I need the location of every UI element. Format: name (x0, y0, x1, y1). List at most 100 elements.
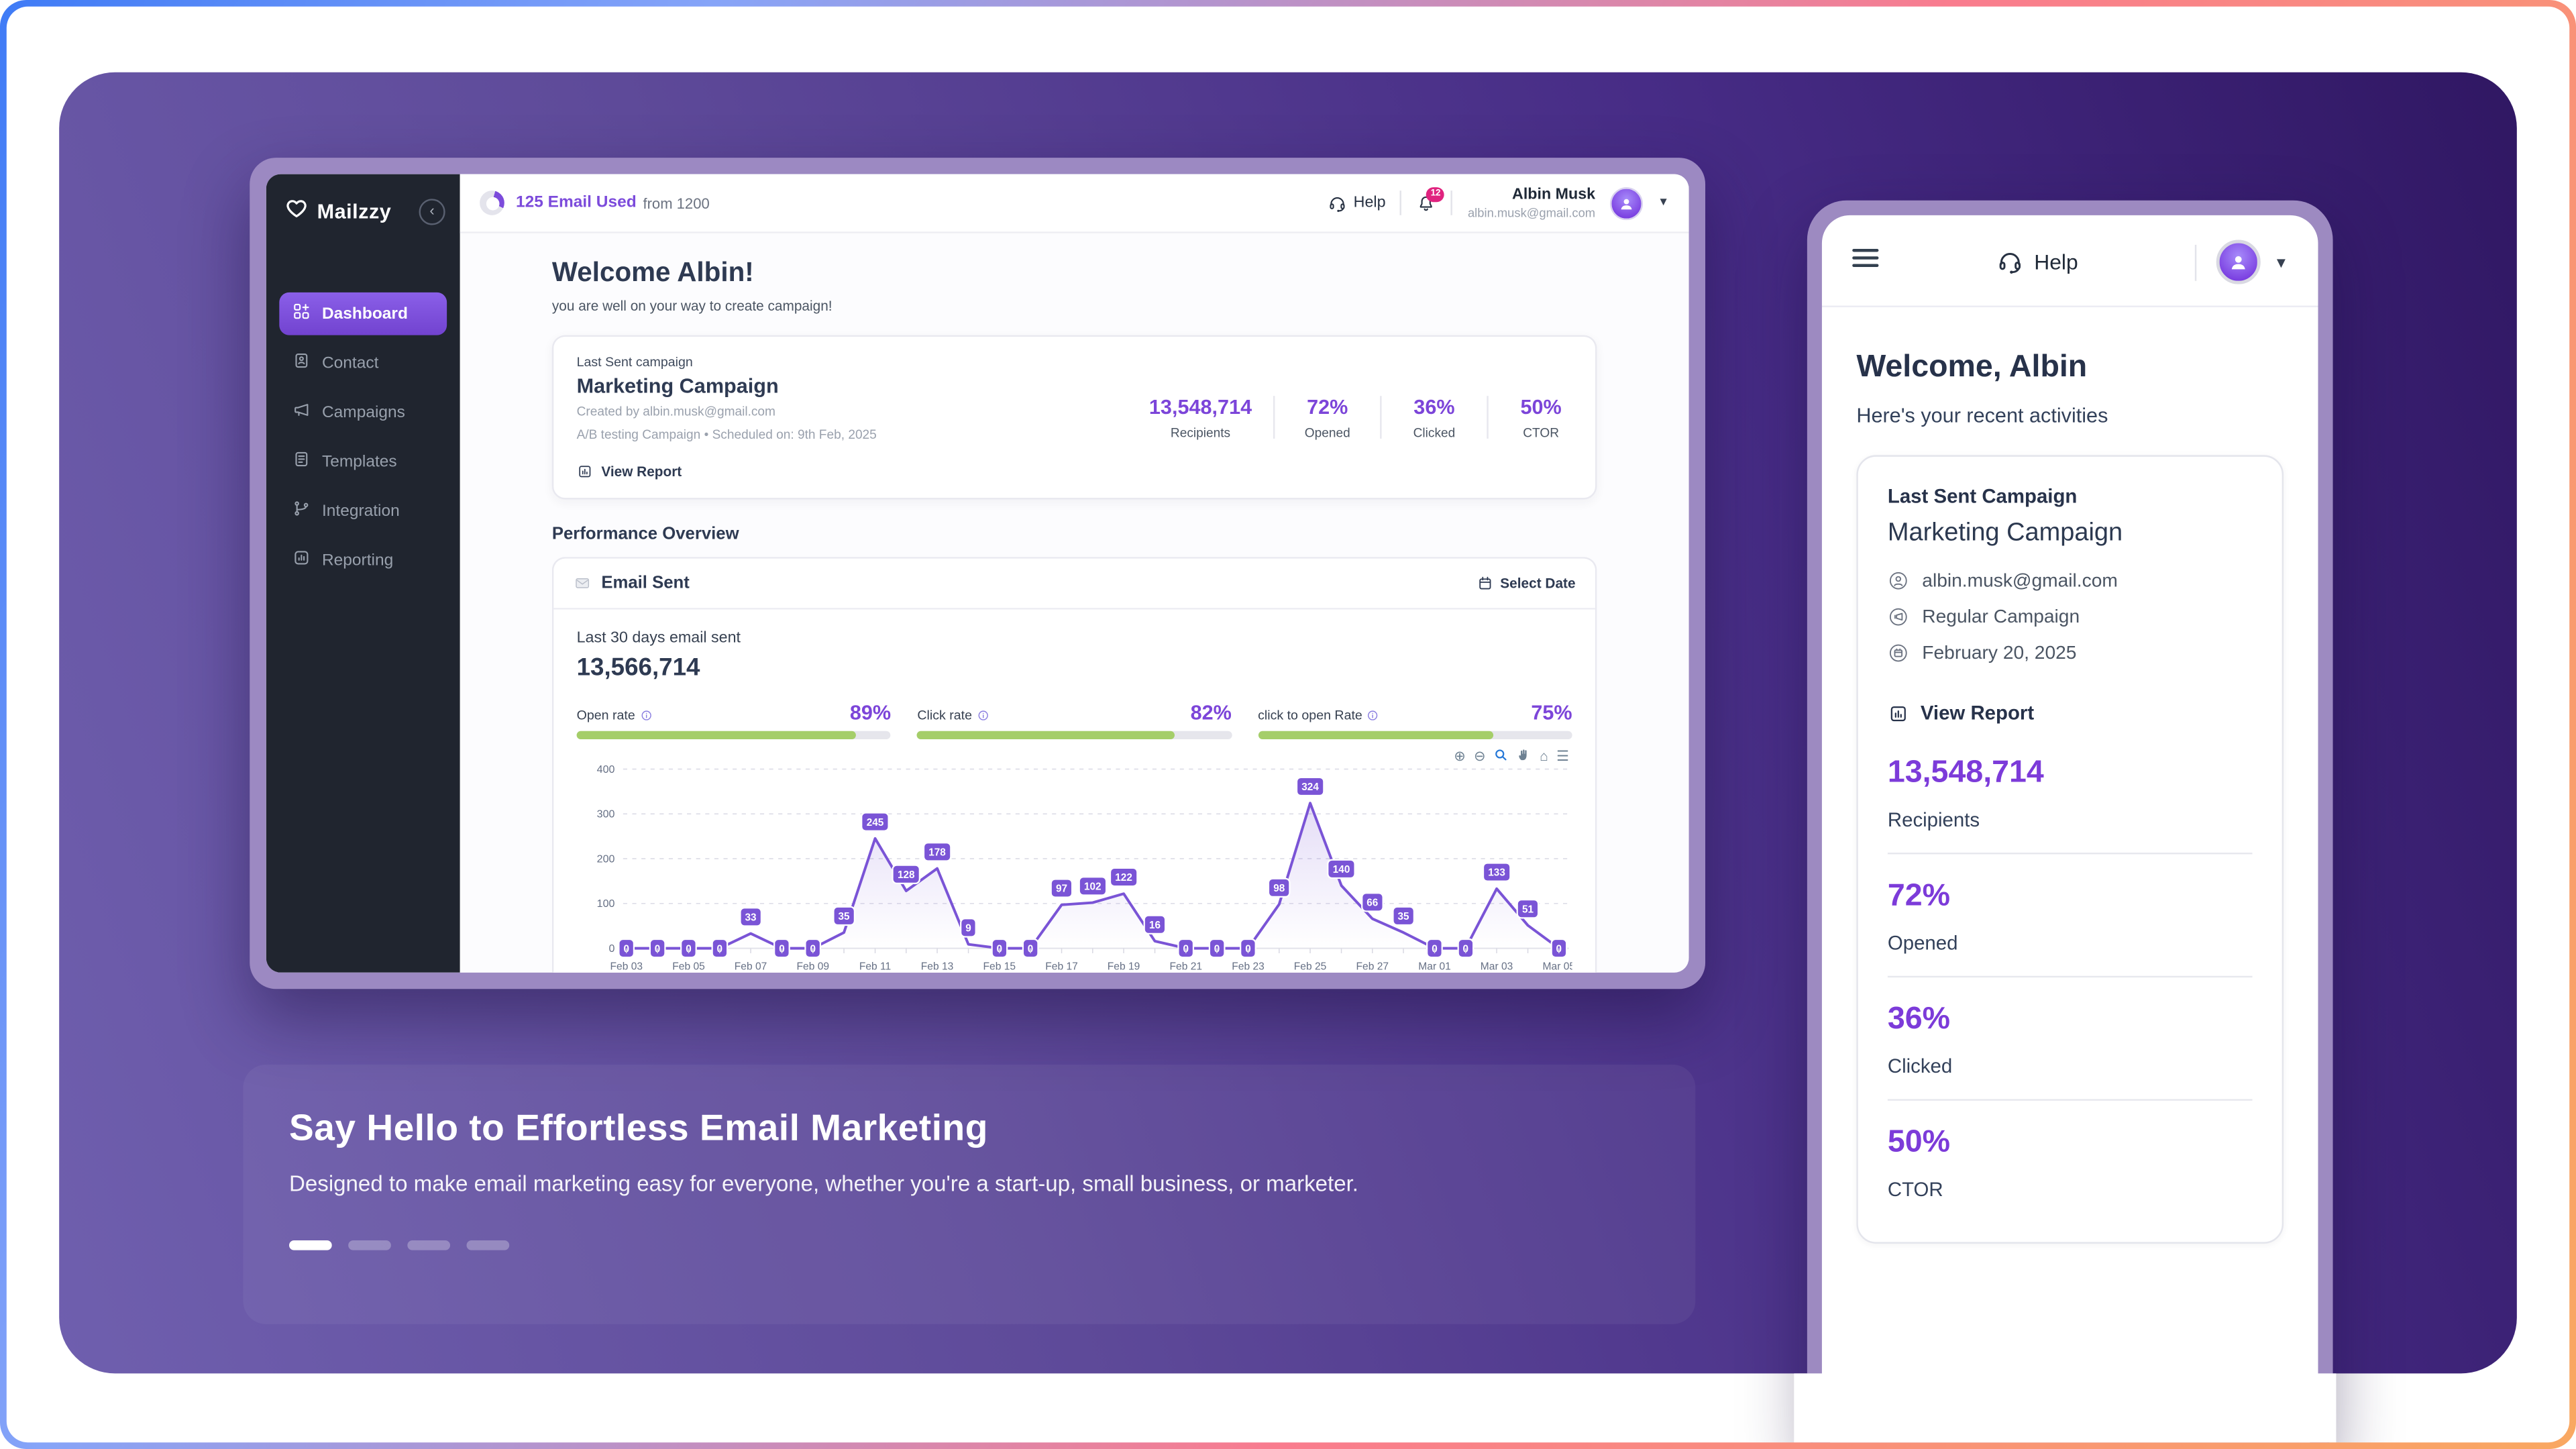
svg-text:Feb 19: Feb 19 (1108, 961, 1140, 973)
rate-label: Open rate (577, 708, 652, 723)
svg-text:9: 9 (965, 923, 971, 934)
mobile-stat-opened: 72% Opened (1888, 857, 2253, 972)
templates-icon (292, 450, 311, 473)
sidebar-item-label: Reporting (322, 551, 393, 570)
svg-text:Feb 09: Feb 09 (797, 961, 830, 973)
zoom-in-icon[interactable]: ⊕ (1454, 749, 1465, 763)
chart-area: ⊕ ⊖ ⌂ ☰ 01002003004000Feb 0300Feb 05033F… (577, 746, 1572, 973)
period-label: Last 30 days email sent (577, 629, 1572, 647)
info-icon (977, 710, 988, 721)
sidebar-item-reporting[interactable]: Reporting (279, 539, 447, 582)
report-icon (577, 464, 593, 480)
sidebar-item-label: Campaigns (322, 403, 405, 421)
sidebar-item-contact[interactable]: Contact (279, 341, 447, 384)
stat-value: 72% (1296, 395, 1358, 418)
svg-text:35: 35 (839, 911, 851, 922)
chevron-down-icon[interactable]: ▼ (2274, 254, 2289, 270)
dashboard-icon (292, 303, 311, 325)
pan-icon[interactable] (1517, 747, 1532, 765)
divider (1380, 396, 1381, 439)
hamburger-menu-icon[interactable] (1851, 246, 1880, 278)
stat-value: 36% (1403, 395, 1465, 418)
person-icon (2226, 250, 2251, 274)
stat-value: 50% (1888, 1126, 2253, 1162)
svg-text:140: 140 (1333, 864, 1350, 875)
sidebar-item-label: Dashboard (322, 305, 408, 323)
rate-progress-track (577, 731, 892, 739)
user-info: Albin Musk albin.musk@gmail.com (1468, 185, 1595, 220)
sidebar-collapse-button[interactable]: ‹ (419, 199, 445, 225)
campaign-meta: A/B testing Campaign • Scheduled on: 9th… (577, 427, 877, 442)
stat-ctor: 50% CTOR (1510, 395, 1572, 439)
stat-label: CTOR (1510, 425, 1572, 439)
svg-text:Mar 05: Mar 05 (1543, 961, 1572, 973)
stat-opened: 72% Opened (1296, 395, 1358, 439)
user-avatar[interactable] (1610, 186, 1643, 219)
svg-text:51: 51 (1522, 904, 1534, 915)
rate-click-to-open-rate: click to open Rate 75% (1258, 702, 1572, 739)
chevron-down-icon[interactable]: ▼ (1658, 197, 1669, 209)
svg-text:102: 102 (1084, 881, 1102, 893)
svg-text:Feb 21: Feb 21 (1170, 961, 1203, 973)
reset-home-icon[interactable]: ⌂ (1540, 749, 1548, 763)
svg-text:Mar 03: Mar 03 (1481, 961, 1513, 973)
sidebar-item-dashboard[interactable]: Dashboard (279, 292, 447, 335)
rate-open-rate: Open rate 89% (577, 702, 892, 739)
svg-text:128: 128 (898, 869, 915, 881)
mobile-screen: Help ▼ Welcome, Albin Here's your recent… (1822, 215, 2318, 1442)
reporting-icon (292, 549, 311, 572)
mailzzy-logo-icon (284, 195, 309, 228)
selection-zoom-icon[interactable] (1494, 747, 1509, 765)
stat-label: Opened (1296, 425, 1358, 439)
sidebar-item-label: Templates (322, 453, 397, 471)
page: Mailzzy ‹ Dashboard Contact Campaigns Te… (0, 0, 2576, 1449)
rate-value: 89% (850, 702, 891, 724)
carousel-dot-1[interactable] (289, 1240, 332, 1250)
email-sent-chart[interactable]: 01002003004000Feb 0300Feb 05033Feb 0700F… (577, 746, 1572, 973)
mobile-help-button[interactable]: Help (1996, 248, 2078, 276)
zoom-out-icon[interactable]: ⊖ (1474, 749, 1485, 763)
carousel-dot-2[interactable] (348, 1240, 391, 1250)
info-icon (640, 710, 651, 721)
help-button[interactable]: Help (1327, 193, 1385, 213)
notification-badge: 12 (1426, 186, 1444, 201)
campaign-card-label: Last Sent campaign (577, 355, 877, 370)
email-usage-suffix: from 1200 (643, 195, 709, 211)
sidebar-item-label: Contact (322, 354, 378, 372)
sidebar-item-templates[interactable]: Templates (279, 440, 447, 483)
select-date-button[interactable]: Select Date (1477, 575, 1576, 591)
envelope-icon (574, 575, 592, 591)
notifications-button[interactable]: 12 (1417, 193, 1436, 213)
series-toggle[interactable]: Email Sent (574, 574, 690, 593)
section-title-performance: Performance Overview (552, 524, 1597, 543)
dashboard-content: Welcome Albin! you are well on your way … (460, 233, 1689, 973)
carousel-dot-4[interactable] (467, 1240, 510, 1250)
emails-sent-total: 13,566,714 (577, 654, 1572, 682)
svg-text:97: 97 (1056, 883, 1067, 895)
calendar-circle-icon (1888, 643, 1909, 664)
headset-icon (1996, 248, 2025, 276)
view-report-button[interactable]: View Report (577, 464, 877, 480)
phone-mockup: Help ▼ Welcome, Albin Here's your recent… (1807, 201, 2333, 1442)
stat-label: Clicked (1403, 425, 1465, 439)
mobile-stats: 13,548,714 Recipients 72% Opened 36% Cli… (1888, 735, 2253, 1219)
mobile-view-report-button[interactable]: View Report (1888, 702, 2253, 724)
megaphone-circle-icon (1888, 606, 1909, 628)
stat-value: 50% (1510, 395, 1572, 418)
email-usage-value: 125 Email Used (516, 194, 637, 212)
stat-label: Recipients (1888, 808, 2253, 831)
info-icon (1367, 710, 1379, 721)
chart-menu-icon[interactable]: ☰ (1556, 749, 1569, 763)
mobile-user-avatar[interactable] (2216, 240, 2261, 284)
stat-value: 36% (1888, 1002, 2253, 1038)
sidebar-item-integration[interactable]: Integration (279, 490, 447, 533)
mobile-stat-recipients: 13,548,714 Recipients (1888, 735, 2253, 849)
svg-text:324: 324 (1301, 782, 1319, 793)
campaign-created-by: Created by albin.musk@gmail.com (577, 404, 877, 419)
divider (1888, 976, 2253, 977)
brand-name: Mailzzy (317, 201, 392, 223)
mobile-header: Help ▼ (1822, 215, 2318, 307)
carousel-dot-3[interactable] (407, 1240, 450, 1250)
svg-text:Feb 11: Feb 11 (859, 961, 891, 973)
sidebar-item-campaigns[interactable]: Campaigns (279, 391, 447, 434)
